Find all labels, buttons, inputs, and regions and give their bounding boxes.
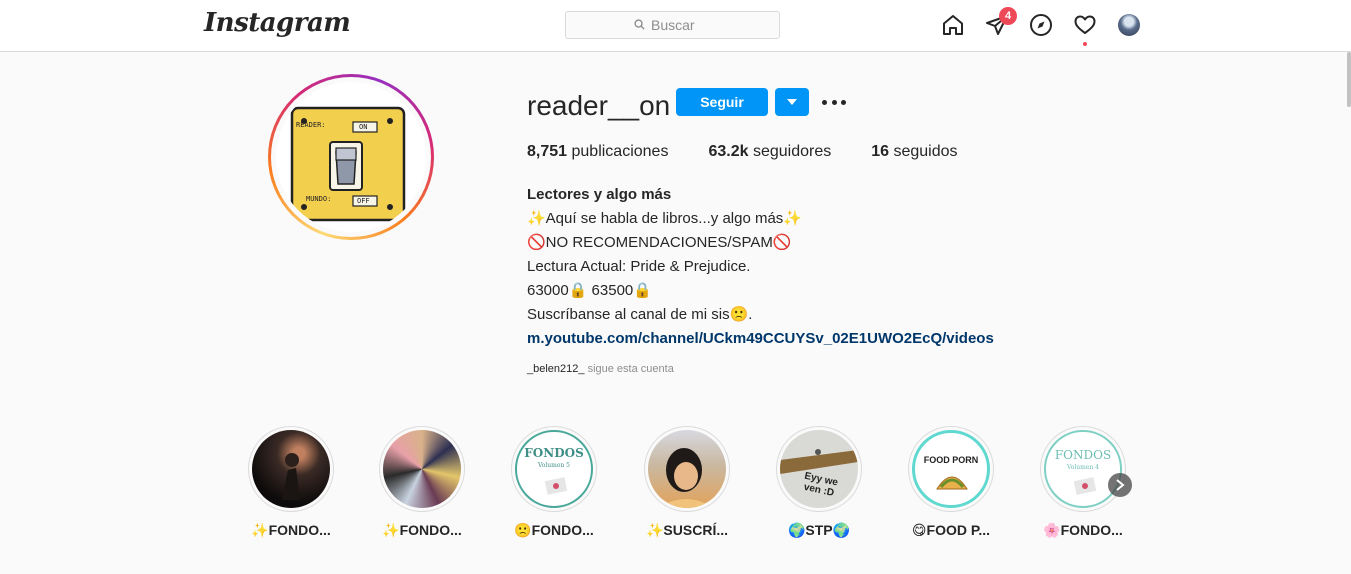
highlight-cover	[648, 430, 726, 508]
story-highlight[interactable]: Eyy we ven :D 🌍STP🌍	[764, 426, 874, 539]
highlight-label: 😋FOOD P...	[911, 522, 991, 538]
highlight-label: 🙁FONDO...	[514, 522, 594, 538]
search-box[interactable]	[565, 11, 780, 39]
envelope-heart-icon	[544, 477, 568, 495]
highlights-next-button[interactable]	[1108, 473, 1132, 497]
highlight-cover	[383, 430, 461, 508]
highlight-cover-subtitle: Volumen 5	[537, 462, 570, 469]
profile-picture-ring[interactable]: READER: ON MUNDO: OFF	[268, 74, 434, 240]
followers-count[interactable]: 63.2k seguidores	[708, 143, 831, 161]
taco-icon	[936, 476, 968, 490]
profile-username: reader__on	[527, 90, 671, 121]
highlight-cover-subtitle: Volumen 4	[1066, 464, 1099, 471]
bio-line: ✨Aquí se habla de libros...y algo más✨	[527, 210, 802, 227]
highlight-cover	[252, 430, 330, 508]
highlight-label: ✨FONDO...	[382, 522, 462, 538]
highlight-cover-title: FOOD PORN	[923, 455, 979, 465]
highlight-cover: FONDOS Volumen 4	[1044, 430, 1122, 508]
story-highlight[interactable]: ✨FONDO...	[236, 426, 346, 539]
highlight-label: ✨FONDO...	[251, 522, 331, 538]
explore-compass-icon[interactable]	[1029, 13, 1053, 37]
bio-line: 63000🔒 63500🔒	[527, 282, 652, 299]
more-options-button[interactable]	[822, 91, 846, 113]
profile-avatar[interactable]	[1118, 14, 1140, 36]
profile-stats: 8,751 publicaciones 63.2k seguidores 16 …	[527, 143, 998, 161]
follow-button[interactable]: Seguir	[676, 88, 768, 116]
switch-label-top: READER:	[296, 121, 326, 129]
profile-bio: Lectores y algo más ✨Aquí se habla de li…	[527, 183, 994, 351]
home-icon[interactable]	[941, 13, 965, 37]
scrollbar[interactable]	[1347, 52, 1351, 107]
instagram-logo[interactable]: Instagram	[204, 8, 351, 38]
switch-label-bottom: MUNDO:	[306, 195, 332, 203]
highlight-label: 🌸FONDO...	[1043, 522, 1123, 538]
chevron-down-icon	[787, 99, 797, 105]
switch-tag-on: ON	[359, 123, 368, 131]
highlight-cover: FOOD PORN	[912, 430, 990, 508]
bio-line: 🚫NO RECOMENDACIONES/SPAM🚫	[527, 234, 792, 251]
envelope-heart-icon	[1073, 477, 1097, 495]
search-icon	[634, 17, 645, 33]
highlight-cover-title: FONDOS	[1054, 448, 1112, 462]
story-highlight[interactable]: ✨SUSCRÍ...	[632, 426, 742, 539]
profile-picture: READER: ON MUNDO: OFF	[276, 82, 426, 232]
highlight-cover-title: FONDOS	[524, 446, 584, 460]
story-highlight[interactable]: FONDOS Volumen 5 🙁FONDO...	[499, 426, 609, 539]
follower-username[interactable]: _belen212_	[527, 363, 585, 375]
chevron-right-icon	[1116, 479, 1125, 491]
search-input[interactable]	[651, 17, 711, 33]
following-count[interactable]: 16 seguidos	[871, 143, 957, 161]
bio-external-link[interactable]: m.youtube.com/channel/UCkm49CCUYSv_02E1U…	[527, 330, 994, 347]
profile-full-name: Lectores y algo más	[527, 186, 672, 203]
highlight-label: ✨SUSCRÍ...	[646, 522, 728, 538]
activity-heart-icon[interactable]	[1073, 13, 1097, 37]
bio-line: Lectura Actual: Pride & Prejudice.	[527, 258, 751, 275]
highlight-cover: Eyy we ven :D	[780, 430, 858, 508]
highlight-label: 🌍STP🌍	[787, 522, 851, 538]
top-navigation-bar: Instagram 4	[0, 0, 1351, 52]
story-highlight[interactable]: ✨FONDO...	[367, 426, 477, 539]
switch-tag-off: OFF	[357, 197, 370, 205]
highlight-cover: FONDOS Volumen 5	[515, 430, 593, 508]
bio-line: Suscríbanse al canal de mi sis🙁.	[527, 306, 753, 323]
story-highlight[interactable]: FOOD PORN 😋FOOD P...	[896, 426, 1006, 539]
posts-count: 8,751 publicaciones	[527, 143, 669, 160]
messages-badge: 4	[999, 7, 1017, 25]
suggested-accounts-dropdown-button[interactable]	[775, 88, 809, 116]
followed-by-note[interactable]: _belen212_ sigue esta cuenta	[527, 363, 674, 375]
activity-indicator-dot	[1083, 42, 1087, 46]
